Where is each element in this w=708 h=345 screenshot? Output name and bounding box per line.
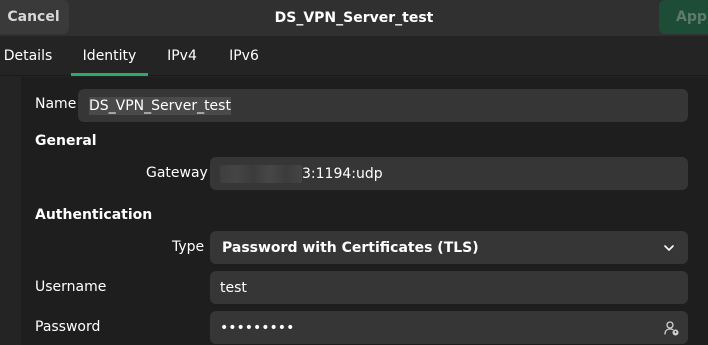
type-value: Password with Certificates (TLS): [222, 239, 479, 256]
authentication-heading: Authentication: [35, 207, 153, 223]
user-password-icon[interactable]: [662, 319, 680, 337]
type-dropdown[interactable]: Password with Certificates (TLS): [210, 231, 688, 264]
tab-details[interactable]: Details: [0, 36, 56, 76]
name-value: DS_VPN_Server_test: [89, 96, 231, 115]
redacted-address: [220, 164, 302, 183]
apply-button[interactable]: Apply: [659, 0, 708, 34]
general-heading: General: [35, 133, 97, 149]
gateway-field[interactable]: 3:1194:udp: [210, 157, 688, 190]
username-label: Username: [35, 279, 107, 295]
cancel-button[interactable]: Cancel: [0, 0, 69, 34]
header-bar: Cancel DS_VPN_Server_test Apply: [0, 0, 708, 36]
name-field[interactable]: DS_VPN_Server_test: [78, 89, 688, 122]
password-label: Password: [35, 319, 101, 335]
password-field[interactable]: •••••••••: [210, 311, 688, 344]
username-field[interactable]: test: [210, 271, 688, 304]
tab-bar: Details Identity IPv4 IPv6: [0, 36, 708, 76]
password-value: •••••••••: [220, 319, 295, 336]
chevron-down-icon: [664, 245, 674, 251]
tab-ipv6[interactable]: IPv6: [221, 36, 267, 76]
gateway-value: 3:1194:udp: [302, 165, 383, 182]
tab-ipv4[interactable]: IPv4: [160, 36, 204, 76]
username-value: test: [220, 279, 247, 296]
tab-identity[interactable]: Identity: [71, 36, 148, 76]
type-label: Type: [172, 239, 205, 255]
window-title: DS_VPN_Server_test: [274, 10, 434, 26]
name-label: Name: [35, 96, 77, 112]
vpn-settings-window: Cancel DS_VPN_Server_test Apply Details …: [0, 0, 708, 345]
gateway-label: Gateway: [146, 165, 208, 181]
identity-panel: Name DS_VPN_Server_test General Gateway …: [21, 77, 708, 345]
